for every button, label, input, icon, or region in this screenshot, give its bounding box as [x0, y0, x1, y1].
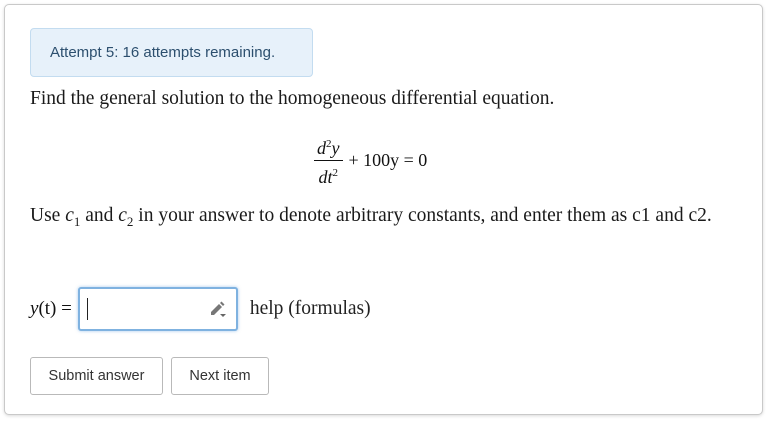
attempt-status-banner: Attempt 5: 16 attempts remaining.	[30, 28, 313, 77]
submit-answer-button[interactable]: Submit answer	[30, 357, 163, 395]
question-prompt: Find the general solution to the homogen…	[30, 88, 555, 109]
equation-fraction: d2y dt2	[314, 134, 343, 187]
answer-instructions: Use c1 and c2 in your answer to denote a…	[30, 205, 712, 229]
answer-label: y(t) =	[30, 298, 72, 319]
equation-denominator: dt2	[318, 166, 338, 187]
differential-equation: d2y dt2 + 100y = 0	[314, 134, 428, 187]
pencil-edit-icon[interactable]	[208, 299, 228, 319]
constant-c2: c2	[118, 205, 134, 229]
attempt-status-text: Attempt 5: 16 attempts remaining.	[50, 44, 276, 61]
question-card: Attempt 5: 16 attempts remaining. Find t…	[4, 4, 763, 415]
help-formulas-link[interactable]: help (formulas)	[250, 298, 371, 320]
constant-c1: c1	[65, 205, 81, 229]
text-caret	[86, 298, 88, 320]
answer-row: y(t) = help (formulas)	[30, 286, 371, 332]
equation-numerator: d2y	[314, 134, 343, 161]
next-item-button[interactable]: Next item	[171, 357, 269, 395]
equation-rest: + 100y = 0	[348, 149, 428, 170]
answer-input[interactable]	[77, 287, 238, 331]
